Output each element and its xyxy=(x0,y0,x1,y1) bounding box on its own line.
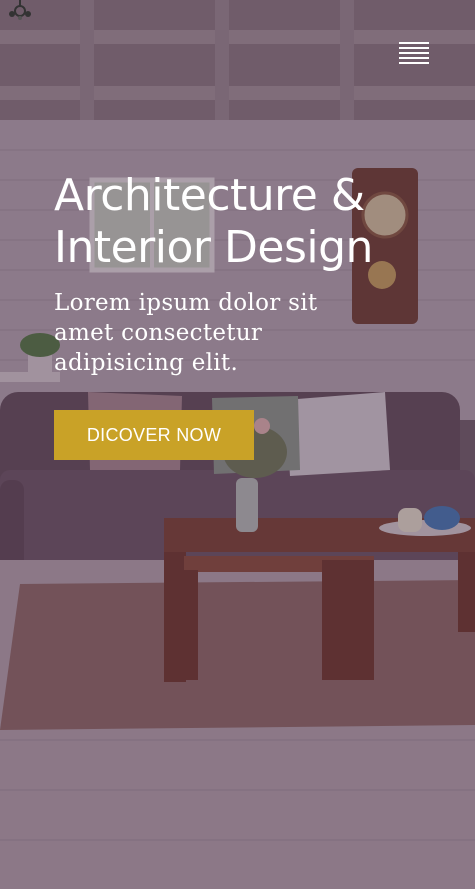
hero-title: Architecture & Interior Design xyxy=(54,170,434,274)
hero-title-line1: Architecture & xyxy=(54,170,365,221)
discover-now-button[interactable]: DICOVER NOW xyxy=(54,410,254,460)
chandelier-icon xyxy=(6,0,36,22)
hero-title-line2: Interior Design xyxy=(54,222,373,273)
hero-subtitle: Lorem ipsum dolor sit amet consectetur a… xyxy=(54,290,318,376)
hamburger-menu-icon[interactable] xyxy=(397,40,431,66)
